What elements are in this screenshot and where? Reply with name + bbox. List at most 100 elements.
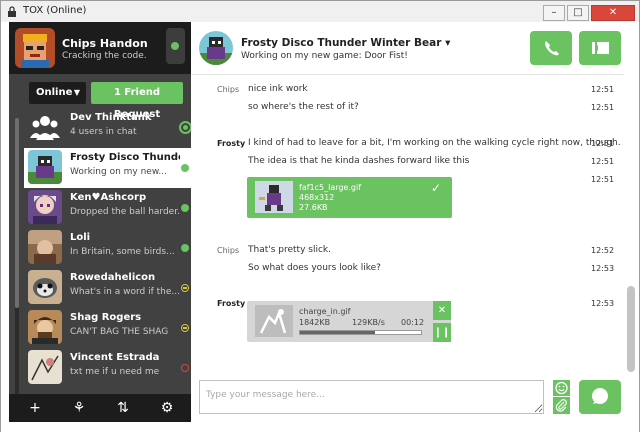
maximize-button[interactable]: □ <box>567 5 589 21</box>
message-text[interactable]: so where's the rest of it? <box>248 102 359 112</box>
online-status-icon <box>171 42 179 50</box>
message-time: 12:51 <box>591 85 615 94</box>
friend-status: What's in a word if the... <box>70 287 180 297</box>
busy-status-icon <box>181 364 189 372</box>
chevron-down-icon: ▼ <box>73 88 80 97</box>
window-titlebar: TOX (Online) – □ ✕ <box>0 0 640 22</box>
message-text[interactable]: nice ink work <box>248 84 308 94</box>
self-status-message[interactable]: Cracking the code. <box>62 51 147 61</box>
away-status-icon <box>181 324 189 332</box>
friend-item-loli[interactable]: Loli In Britain, some birds... <box>24 228 191 268</box>
contact-avatar[interactable] <box>199 31 233 65</box>
friend-item-rowedahelicon[interactable]: Rowedahelicon What's in a word if the... <box>24 268 191 308</box>
contact-name-text: Frosty Disco Thunder Winter Bear <box>241 37 442 49</box>
message-time: 12:51 <box>591 157 615 166</box>
smiley-icon <box>555 381 568 395</box>
transfer-eta: 00:12 <box>401 318 425 327</box>
message-time: 12:51 <box>591 175 615 184</box>
settings-icon[interactable]: ⚙ <box>157 398 177 418</box>
contact-name[interactable]: Frosty Disco Thunder Winter Bear ▾ <box>241 37 450 49</box>
friend-name: Ken♥Ashcorp <box>70 192 147 203</box>
chat-header: Frosty Disco Thunder Winter Bear ▾ Worki… <box>191 22 640 74</box>
friend-status: In Britain, some birds... <box>70 247 175 257</box>
message-time: 12:51 <box>591 139 615 148</box>
message-text[interactable]: That's pretty slick. <box>248 245 331 255</box>
attach-file-button[interactable] <box>553 397 570 414</box>
video-call-button[interactable] <box>579 31 621 65</box>
friend-status: CAN'T BAG THE SHAG <box>70 327 169 337</box>
window-border-left <box>0 0 1 432</box>
friend-name: Loli <box>70 232 91 243</box>
friend-status: 4 users in chat <box>70 127 137 137</box>
message-text[interactable]: So what does yours look like? <box>248 263 381 273</box>
minimize-button[interactable]: – <box>543 5 565 21</box>
file-transfer-in-progress: charge_in.gif 1842KB 129KB/s 00:12 <box>247 301 451 342</box>
window-title: TOX (Online) <box>23 5 87 16</box>
file-size: 1842KB <box>299 318 331 327</box>
message-author: Chips <box>217 85 240 94</box>
online-status-icon <box>181 204 189 212</box>
friend-item-shag-rogers[interactable]: Shag Rogers CAN'T BAG THE SHAG <box>24 308 191 348</box>
friend-avatar <box>28 310 62 344</box>
transfer-progress-bar <box>299 330 422 335</box>
self-profile: Chips Handon Cracking the code. <box>9 22 191 74</box>
away-status-icon <box>181 284 189 292</box>
friend-filter-value: Online <box>36 87 73 98</box>
message-text[interactable]: The idea is that he kinda dashes forward… <box>248 156 469 166</box>
close-window-button[interactable]: ✕ <box>591 5 635 21</box>
phone-icon <box>545 41 559 56</box>
message-input[interactable] <box>199 380 544 414</box>
self-name[interactable]: Chips Handon <box>62 37 148 50</box>
file-name: faf1c5_large.gif <box>299 183 362 192</box>
transfer-progress-fill <box>300 331 376 334</box>
file-thumbnail <box>255 305 293 337</box>
add-friend-icon[interactable]: + <box>25 398 45 418</box>
friend-name: Frosty Disco Thunder... <box>70 152 180 163</box>
message-composer <box>191 374 640 432</box>
friend-status: Working on my new... <box>70 167 167 177</box>
paperclip-icon <box>555 399 567 412</box>
friend-avatar <box>28 350 62 384</box>
friend-avatar <box>28 270 62 304</box>
self-status-button[interactable] <box>166 28 185 64</box>
friend-list-scroll-thumb[interactable] <box>15 118 19 308</box>
cancel-transfer-button[interactable]: ✕ <box>433 301 451 320</box>
video-camera-icon <box>592 42 609 54</box>
friend-filter-bar: Online ▼ 1 Friend Request <box>9 74 191 120</box>
message-log[interactable]: Chips nice ink work 12:51 so where's the… <box>191 74 624 374</box>
message-log-scrollbar[interactable] <box>624 74 640 374</box>
group-avatar <box>28 110 62 144</box>
send-button[interactable] <box>579 380 621 414</box>
online-status-icon <box>181 244 189 252</box>
file-thumbnail[interactable] <box>255 181 293 213</box>
pause-transfer-button[interactable]: ❙❙ <box>433 323 451 342</box>
friend-avatar <box>28 190 62 224</box>
message-time: 12:51 <box>591 103 615 112</box>
friend-status: txt me if u need me <box>70 367 160 377</box>
friend-name: Vincent Estrada <box>70 352 160 363</box>
friend-requests-button[interactable]: 1 Friend Request <box>91 82 183 120</box>
message-text[interactable]: I kind of had to leave for a bit, I'm wo… <box>248 138 621 148</box>
friend-list-scrollbar[interactable] <box>15 118 19 408</box>
message-author: Frosty <box>217 139 246 148</box>
file-transfers-icon[interactable]: ⇅ <box>113 398 133 418</box>
friend-avatar <box>28 230 62 264</box>
message-author: Chips <box>217 246 240 255</box>
sidebar-toolbar: + ⚘ ⇅ ⚙ <box>9 394 191 422</box>
self-avatar[interactable] <box>15 28 55 68</box>
friend-avatar <box>28 150 62 184</box>
file-transfer-complete[interactable]: faf1c5_large.gif 468x312 27.6KB ✓ <box>247 177 452 218</box>
friend-item-vincent-estrada[interactable]: Vincent Estrada txt me if u need me <box>24 348 191 388</box>
friend-name: Rowedahelicon <box>70 272 156 283</box>
message-time: 12:52 <box>591 246 615 255</box>
checkmark-icon: ✓ <box>431 181 442 195</box>
chevron-down-icon: ▾ <box>445 37 451 49</box>
friend-item-ken-ashcorp[interactable]: Ken♥Ashcorp Dropped the ball harder... <box>24 188 191 228</box>
audio-call-button[interactable] <box>530 31 572 65</box>
friend-item-frosty[interactable]: Frosty Disco Thunder... Working on my ne… <box>24 148 191 188</box>
emoji-button[interactable] <box>553 380 570 396</box>
friend-filter-select[interactable]: Online ▼ <box>29 82 86 104</box>
message-log-scroll-thumb[interactable] <box>627 286 635 372</box>
friend-item-dev-thinktank[interactable]: Dev Thinktank 4 users in chat <box>24 108 192 148</box>
create-group-icon[interactable]: ⚘ <box>69 398 89 418</box>
